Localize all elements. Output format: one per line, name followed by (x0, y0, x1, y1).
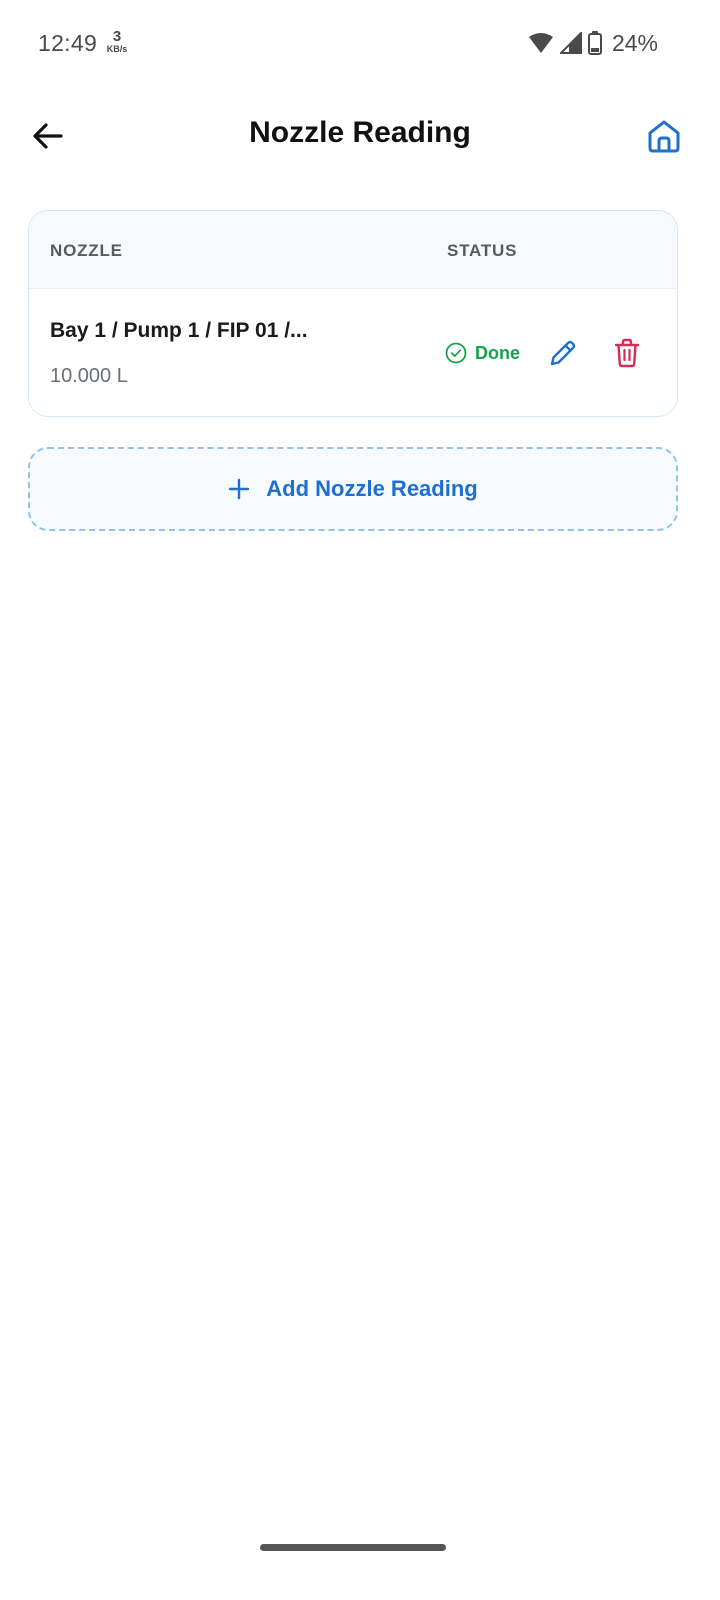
edit-button[interactable] (545, 335, 581, 371)
network-speed-value: 3 (112, 28, 122, 45)
battery-icon (587, 31, 602, 55)
nozzle-reading-value: 10.000 L (50, 365, 128, 387)
wifi-icon (528, 33, 553, 53)
network-speed-unit: KB/s (106, 44, 128, 54)
status-text: Done (475, 342, 520, 363)
nozzle-reading-table: NOZZLE STATUS Bay 1 / Pump 1 / FIP 01 /.… (28, 210, 678, 417)
battery-percent: 24% (611, 29, 658, 56)
column-header-nozzle: NOZZLE (50, 241, 123, 260)
home-button[interactable] (638, 110, 690, 162)
pencil-icon (550, 340, 576, 366)
status-bar: 12:49 3 KB/s 24% (0, 0, 720, 86)
network-speed: 3 KB/s (103, 29, 131, 54)
table-row[interactable]: Bay 1 / Pump 1 / FIP 01 /... 10.000 L Do… (29, 289, 677, 416)
cell-signal-icon (559, 32, 582, 54)
page-title: Nozzle Reading (249, 116, 471, 149)
trash-icon (614, 338, 640, 368)
add-nozzle-reading-button[interactable]: Add Nozzle Reading (28, 447, 678, 531)
plus-icon (229, 478, 250, 500)
table-header: NOZZLE STATUS (29, 211, 677, 289)
nozzle-name: Bay 1 / Pump 1 / FIP 01 /... (50, 319, 308, 342)
check-circle-icon (445, 342, 467, 364)
gesture-navigation-bar[interactable] (260, 1544, 446, 1551)
add-nozzle-reading-label: Add Nozzle Reading (266, 476, 478, 501)
home-icon (648, 120, 680, 153)
status-badge: Done (445, 341, 520, 365)
delete-button[interactable] (609, 335, 645, 371)
screen: 12:49 3 KB/s 24% Nozzle Reading NOZZLE S… (0, 0, 720, 1600)
status-time: 12:49 (38, 30, 98, 56)
status-icons: 24% (528, 30, 658, 56)
column-header-status: STATUS (447, 241, 518, 260)
app-bar: Nozzle Reading (0, 100, 720, 172)
